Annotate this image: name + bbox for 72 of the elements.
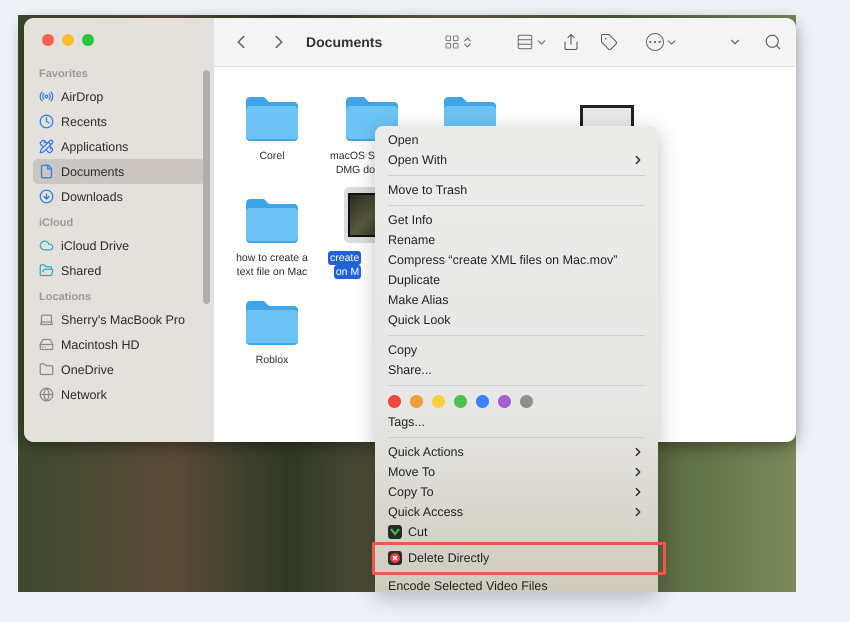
- menu-item[interactable]: Share...: [388, 360, 645, 380]
- check-icon: [388, 525, 402, 539]
- sidebar-heading: Favorites: [38, 68, 89, 80]
- tag-dot[interactable]: [454, 394, 467, 408]
- window-title: Documents: [306, 34, 384, 50]
- folder-icon: [39, 362, 54, 377]
- sidebar-item[interactable]: Sherry's MacBook Pro: [33, 307, 205, 332]
- tag-dot[interactable]: [498, 394, 511, 408]
- file-name: how to create a: [235, 251, 309, 265]
- menu-item[interactable]: Compress “create XML files on Mac.mov”: [388, 250, 645, 270]
- sidebar-item[interactable]: Network: [33, 382, 205, 407]
- tag-dot[interactable]: [410, 394, 423, 408]
- pencil-ruler-icon: [39, 139, 54, 154]
- tag-dot[interactable]: [476, 394, 489, 408]
- menu-item[interactable]: Copy: [388, 340, 645, 360]
- folder-icon: [244, 95, 300, 141]
- share-icon[interactable]: [562, 33, 580, 51]
- menu-item[interactable]: Quick Look: [388, 310, 645, 330]
- tag-dot[interactable]: [432, 394, 445, 408]
- sidebar-item[interactable]: Applications: [33, 134, 205, 159]
- menu-item[interactable]: Quick Access: [388, 502, 645, 522]
- menu-item[interactable]: Copy To: [388, 482, 645, 502]
- menu-item[interactable]: Move To: [388, 462, 645, 482]
- scrollbar[interactable]: [203, 70, 210, 304]
- menu-item[interactable]: Tags...: [388, 412, 645, 432]
- sidebar-item[interactable]: OneDrive: [33, 357, 205, 382]
- sidebar-item[interactable]: AirDrop: [33, 84, 205, 109]
- menu-item[interactable]: Duplicate: [388, 270, 645, 290]
- file-name: macOS S: [329, 149, 376, 163]
- sidebar-heading: iCloud: [38, 217, 74, 229]
- menu-item[interactable]: Delete Directly: [388, 548, 645, 568]
- menu-item[interactable]: Make Alias: [388, 290, 645, 310]
- file-name: create: [328, 251, 362, 265]
- sidebar-item[interactable]: Shared: [33, 258, 205, 283]
- cloud-icon: [39, 238, 54, 253]
- drive-icon: [39, 337, 54, 352]
- menu-item[interactable]: Encode Selected Video Files: [388, 576, 645, 596]
- laptop-icon: [39, 312, 54, 327]
- sidebar-item[interactable]: Documents: [33, 159, 205, 184]
- clock-icon: [39, 114, 54, 129]
- document-icon: [39, 164, 54, 179]
- more-icon[interactable]: [646, 33, 664, 51]
- file-name: text file on Mac: [236, 265, 308, 279]
- sidebar-heading: Locations: [38, 291, 92, 303]
- file-name: Roblox: [254, 353, 290, 367]
- menu-item[interactable]: Quick Actions: [388, 442, 645, 462]
- menu-item[interactable]: Cut: [388, 522, 645, 542]
- grid-view-icon[interactable]: [444, 34, 460, 50]
- sidebar-item[interactable]: Macintosh HD: [33, 332, 205, 357]
- tag-dot[interactable]: [388, 394, 401, 408]
- file-name: Corel: [258, 149, 286, 163]
- sidebar-item[interactable]: Recents: [33, 109, 205, 134]
- broadcast-icon: [39, 89, 54, 104]
- file-name: on M: [334, 265, 362, 279]
- menu-item[interactable]: Move to Trash: [388, 180, 645, 200]
- folder-icon: [244, 299, 300, 345]
- group-icon[interactable]: [516, 33, 534, 51]
- globe-icon: [39, 387, 54, 402]
- file-name: DMG do: [334, 163, 376, 177]
- tag-dot[interactable]: [520, 394, 533, 408]
- x-mark-icon: [388, 551, 402, 565]
- sidebar-item[interactable]: iCloud Drive: [33, 233, 205, 258]
- menu-item[interactable]: Rename: [388, 230, 645, 250]
- folder-icon: [244, 197, 300, 243]
- menu-item[interactable]: Get Info: [388, 210, 645, 230]
- folder-icon: [39, 263, 54, 278]
- sidebar-item[interactable]: Downloads: [33, 184, 205, 209]
- search-icon[interactable]: [764, 33, 782, 51]
- menu-item[interactable]: Open With: [388, 150, 645, 170]
- tag-icon[interactable]: [600, 33, 618, 51]
- menu-item[interactable]: Open: [388, 130, 645, 150]
- download-icon: [39, 189, 54, 204]
